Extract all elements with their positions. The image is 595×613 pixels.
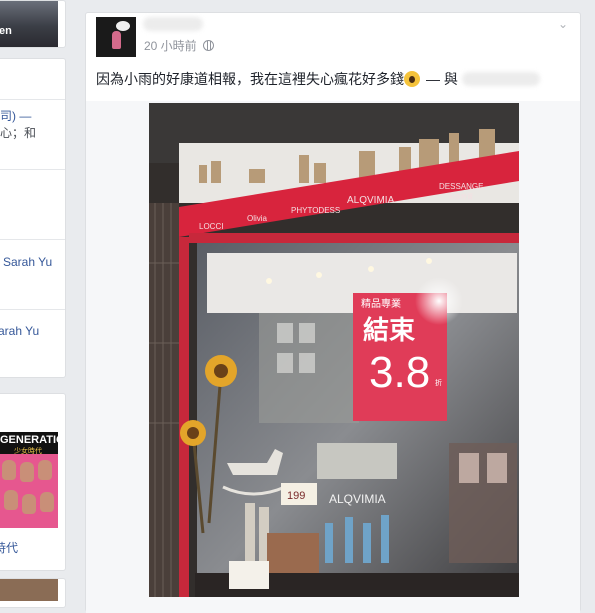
brand-olivia: Olivia — [247, 214, 268, 223]
caption-text: 因為小雨的好康道相報，我在這裡失心瘋花好多錢 — [96, 71, 404, 87]
tag-prefix: — 與 — [426, 71, 458, 87]
globe-icon — [202, 40, 214, 51]
window-frame — [179, 237, 189, 597]
list-divider — [0, 99, 65, 100]
promo-label[interactable]: 時代 — [0, 539, 18, 556]
promo-photo — [40, 492, 54, 512]
sidebar-list-card: 司) — 心；和 Sarah Yu arah Yu — [0, 58, 66, 378]
brand-locci: LOCCI — [199, 222, 223, 231]
white-bag — [229, 561, 269, 589]
avatar[interactable] — [96, 17, 136, 57]
brand-dessange: DESSANGE — [439, 182, 483, 191]
list-divider — [0, 239, 65, 240]
post-caption: 因為小雨的好康道相報，我在這裡失心瘋花好多錢 — 與 — [96, 69, 540, 89]
avatar-shape — [116, 21, 130, 31]
list-divider — [0, 309, 65, 310]
feed-post: 20 小時前 ⌄ 因為小雨的好康道相報，我在這裡失心瘋花好多錢 — 與 LOCC… — [85, 12, 581, 613]
promo-photo — [2, 460, 16, 480]
brand-dessange-sub: 彩妝特賣 — [449, 193, 473, 201]
poster-top-text: 精品專業 — [361, 297, 401, 310]
light-flare — [415, 277, 463, 325]
price-value: 199 — [287, 490, 305, 502]
list-item[interactable]: arah Yu — [0, 324, 39, 338]
promo-photo — [22, 494, 36, 514]
post-photo[interactable]: LOCCI Olivia PHYTODESS ALQVIMIA DESSANGE… — [149, 103, 519, 597]
poster-main-text: 結束 — [363, 315, 416, 345]
storefront-photo: LOCCI Olivia PHYTODESS ALQVIMIA DESSANGE… — [149, 103, 519, 597]
promo-photo — [38, 460, 52, 480]
list-divider — [0, 169, 65, 170]
chevron-down-icon[interactable]: ⌄ — [558, 17, 568, 31]
cover-thumbnail[interactable]: len — [0, 1, 58, 47]
shocked-emoji-icon — [404, 71, 420, 87]
promo-photo — [20, 462, 34, 482]
post-meta: 20 小時前 — [144, 37, 214, 54]
post-photo-container: LOCCI Olivia PHYTODESS ALQVIMIA DESSANGE… — [86, 101, 580, 613]
poster-number: 3.8 — [369, 348, 430, 397]
promo-photo — [4, 490, 18, 510]
post-timestamp[interactable]: 20 小時前 — [144, 39, 197, 53]
list-item: 心；和 — [0, 126, 37, 140]
cover-label: len — [0, 25, 12, 37]
left-sidebar: len 司) — 心；和 Sarah Yu arah Yu GENERATION… — [0, 0, 66, 608]
poster-unit: 折 — [435, 378, 442, 387]
shelf-display — [317, 443, 397, 479]
shelf-brand: ALQVIMIA — [329, 492, 386, 506]
brand-alqvimia: ALQVIMIA — [347, 195, 395, 206]
list-item[interactable]: Sarah Yu — [3, 255, 52, 269]
bottom-thumbnail[interactable] — [0, 579, 58, 601]
promo-card[interactable]: GENERATION 少女時代 時代 — [0, 393, 66, 571]
avatar-figure — [112, 31, 121, 49]
tagged-name-redacted[interactable] — [461, 72, 540, 86]
sidebar-card-bottom — [0, 578, 66, 608]
promo-subtitle: 少女時代 — [14, 448, 42, 455]
cover-card[interactable]: len — [0, 0, 66, 48]
author-name-redacted[interactable] — [143, 17, 203, 31]
gift-box — [267, 533, 319, 577]
brand-phytodess: PHYTODESS — [291, 206, 340, 215]
list-item[interactable]: 司) — — [0, 107, 31, 124]
promo-image[interactable]: GENERATION 少女時代 — [0, 432, 58, 528]
